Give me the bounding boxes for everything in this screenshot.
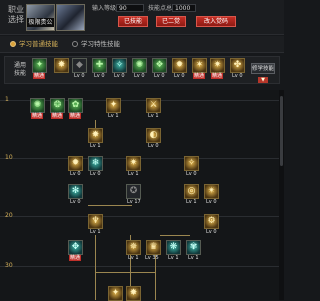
skill-level: Lv 1 — [108, 113, 119, 119]
common-skill-icon[interactable]: ✤ — [230, 58, 245, 73]
skill-node-icon[interactable]: ⚙ — [204, 214, 219, 229]
level-marker: 10 — [5, 154, 13, 161]
skill-node-icon[interactable]: ✾ — [186, 240, 201, 255]
skill-level: Lv 0 — [94, 73, 105, 79]
skill-node-icon[interactable]: ◎ — [184, 184, 199, 199]
skill-level: Lv 1 — [90, 143, 101, 149]
chevron-down-icon[interactable]: ▼ — [258, 77, 268, 83]
mastered-badge: 精通 — [33, 73, 46, 79]
skill-node-icon[interactable]: ✴ — [204, 184, 219, 199]
level-marker: 30 — [5, 262, 13, 269]
tree-connector — [88, 205, 132, 206]
skill-node-icon[interactable]: ❄ — [88, 156, 103, 171]
skill-node-icon[interactable]: ✺ — [30, 98, 45, 113]
skill-level: Lv 0 — [74, 73, 85, 79]
skill-node-icon[interactable]: ✦ — [108, 286, 123, 301]
skill-level: Lv 35 — [145, 255, 159, 261]
radio-trait-skills[interactable] — [72, 41, 78, 47]
skill-level: Lv 17 — [127, 199, 141, 205]
skill-level: Lv 0 — [154, 73, 165, 79]
job-select-label: 职业选择 — [8, 5, 24, 24]
mastered-badge: 精通 — [51, 113, 64, 119]
skill-node-icon[interactable]: ❂ — [50, 98, 65, 113]
skill-node-icon[interactable]: ♛ — [146, 240, 161, 255]
common-skill-icon[interactable]: ❖ — [152, 58, 167, 73]
skill-level: Lv 1 — [188, 255, 199, 261]
common-skill-icon[interactable]: ✧ — [112, 58, 127, 73]
character-portrait-2[interactable] — [56, 4, 85, 31]
skill-level: Lv 1 — [128, 171, 139, 177]
mastered-badge: 精通 — [211, 73, 224, 79]
skill-node-icon[interactable]: ✻ — [68, 184, 83, 199]
mastered-badge: 精通 — [69, 255, 82, 261]
skill-level: Lv 0 — [148, 143, 159, 149]
skill-level: Lv 0 — [206, 229, 217, 235]
level-divider — [0, 158, 284, 159]
skill-level: Lv 0 — [114, 73, 125, 79]
common-skill-icon[interactable]: ✷ — [210, 58, 225, 73]
skill-level: Lv 0 — [70, 171, 81, 177]
skill-node-icon[interactable]: ✥ — [68, 240, 83, 255]
skill-level: Lv 0 — [70, 199, 81, 205]
skill-level: Lv 0 — [186, 171, 197, 177]
common-skill-icon[interactable]: ✦ — [32, 58, 47, 73]
skill-node-icon[interactable]: ✷ — [126, 156, 141, 171]
common-skill-icon[interactable]: ✸ — [54, 58, 69, 73]
skill-level: Lv 0 — [232, 73, 243, 79]
skill-node-icon[interactable]: ✵ — [126, 240, 141, 255]
level-divider — [0, 266, 284, 267]
skill-level: Lv 0 — [134, 73, 145, 79]
skill-node-icon[interactable]: ✿ — [68, 98, 83, 113]
skill-level: Lv 1 — [168, 255, 179, 261]
tree-connector — [95, 235, 96, 300]
tree-connector — [95, 272, 155, 273]
skill-node-icon[interactable]: ✸ — [126, 286, 141, 301]
portrait-caption: 极限贵公 — [27, 18, 54, 27]
skill-level: Lv 0 — [206, 199, 217, 205]
radio-normal-skills[interactable] — [10, 41, 16, 47]
scrollbar-thumb[interactable] — [280, 96, 283, 166]
skill-node-icon[interactable]: ✸ — [88, 128, 103, 143]
skill-node-icon[interactable]: ✦ — [106, 98, 121, 113]
skill-node-icon[interactable]: ✪ — [126, 184, 141, 199]
second-awaken-button[interactable]: 已二觉 — [156, 16, 186, 27]
skill-node-icon[interactable]: ❋ — [166, 240, 181, 255]
common-skill-icon[interactable]: ✺ — [132, 58, 147, 73]
tab-trait-skills[interactable]: 学习特性技能 — [81, 40, 120, 48]
common-skill-icon[interactable]: ✹ — [172, 58, 187, 73]
skill-node-icon[interactable]: ✧ — [184, 156, 199, 171]
level-input[interactable]: 90 — [116, 4, 144, 12]
skill-node-icon[interactable]: ◐ — [146, 128, 161, 143]
common-skill-icon[interactable]: ◆ — [72, 58, 87, 73]
learn-skills-button[interactable]: 修学技能 — [251, 63, 275, 74]
tree-connector — [160, 235, 190, 236]
skill-node-icon[interactable]: ♆ — [88, 214, 103, 229]
skill-level: Lv 1 — [148, 113, 159, 119]
mastered-badge: 精通 — [193, 73, 206, 79]
level-label: 输入等级 — [92, 5, 117, 12]
skill-level: Lv 0 — [174, 73, 185, 79]
common-skill-icon[interactable]: ✚ — [92, 58, 107, 73]
skill-level: Lv 0 — [90, 171, 101, 177]
level-marker: 1 — [5, 96, 9, 103]
import-code-button[interactable]: 改入觉码 — [196, 16, 236, 27]
learned-skills-button[interactable]: 已技能 — [118, 16, 148, 27]
skill-level: Lv 1 — [90, 229, 101, 235]
mastered-badge: 精通 — [69, 113, 82, 119]
points-input[interactable]: 1000 — [172, 4, 196, 12]
tab-normal-skills[interactable]: 学习普通技能 — [19, 40, 58, 48]
common-skill-icon[interactable]: ✶ — [192, 58, 207, 73]
level-marker: 20 — [5, 212, 13, 219]
common-skills-label: 通用技能 — [14, 62, 27, 77]
skill-node-icon[interactable]: ⚔ — [146, 98, 161, 113]
skill-level: Lv 1 — [128, 255, 139, 261]
skill-node-icon[interactable]: ✹ — [68, 156, 83, 171]
skill-tree — [0, 90, 284, 300]
mastered-badge: 精通 — [31, 113, 44, 119]
level-divider — [0, 216, 284, 217]
skill-level: Lv 1 — [186, 199, 197, 205]
